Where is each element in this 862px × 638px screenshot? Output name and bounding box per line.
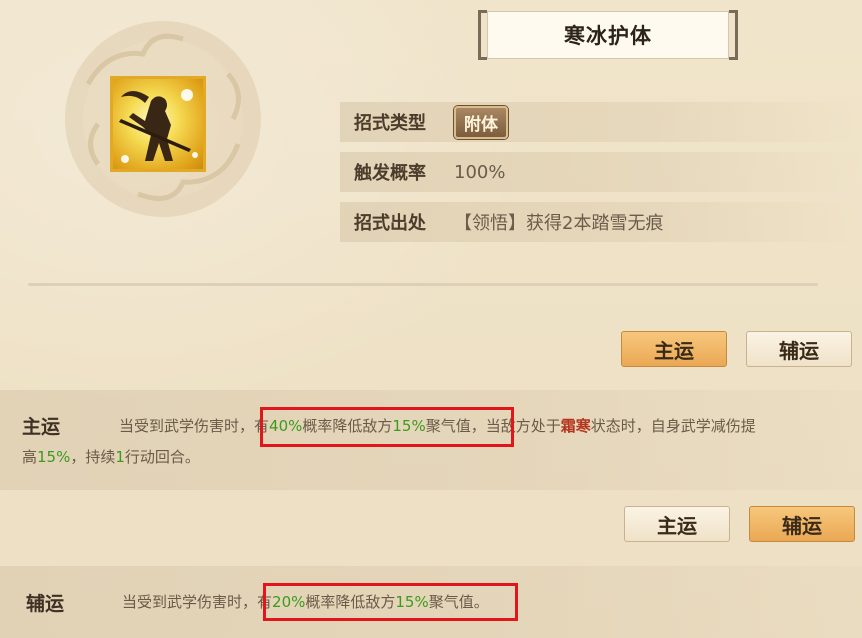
skill-title: 寒冰护体 (487, 11, 729, 59)
source-value: 【领悟】获得2本踏雪无痕 (454, 213, 664, 234)
type-label: 招式类型 (354, 113, 426, 134)
main-effect-turns: 1 (115, 448, 125, 466)
aux-effect-name: 辅运 (26, 593, 65, 615)
aux-effect-text-1: 当受到武学伤害时， (122, 593, 258, 611)
main-effect-text-7: 高 (22, 448, 38, 466)
type-badge: 附体 (454, 105, 508, 139)
highlight-box-aux (263, 583, 518, 621)
trigger-label: 触发概率 (354, 163, 426, 184)
highlight-box-main (260, 407, 514, 447)
main-effect-keyword: 霜寒 (560, 417, 591, 435)
main-effect-bonus: 15% (37, 448, 71, 466)
info-row-source: 招式出处 【领悟】获得2本踏雪无痕 (340, 202, 860, 242)
section-divider (28, 283, 818, 286)
main-effect-text-1: 当受到武学伤害时， (119, 417, 255, 435)
plaque-left-bracket (478, 10, 487, 60)
info-row-type: 招式类型 附体 (340, 102, 860, 142)
skill-icon (110, 76, 206, 172)
main-effect-line2: 高15%，持续1行动回合。 (22, 442, 200, 472)
main-effect-name: 主运 (22, 416, 61, 438)
aux-button-2[interactable]: 辅运 (749, 506, 855, 542)
plaque-right-bracket (729, 10, 738, 60)
main-effect-text-8: ，持续 (70, 448, 116, 466)
main-button-2[interactable]: 主运 (624, 506, 730, 542)
info-row-trigger: 触发概率 100% (340, 152, 860, 192)
source-label: 招式出处 (354, 213, 426, 234)
trigger-value: 100% (454, 161, 506, 183)
skill-title-plaque: 寒冰护体 (478, 10, 738, 60)
main-button[interactable]: 主运 (621, 331, 727, 367)
main-effect-text-9: 行动回合。 (124, 448, 200, 466)
main-effect-text-6: 状态时，自身武学减伤提 (590, 417, 756, 435)
snow-warrior-icon (119, 89, 198, 163)
aux-button[interactable]: 辅运 (746, 331, 852, 367)
